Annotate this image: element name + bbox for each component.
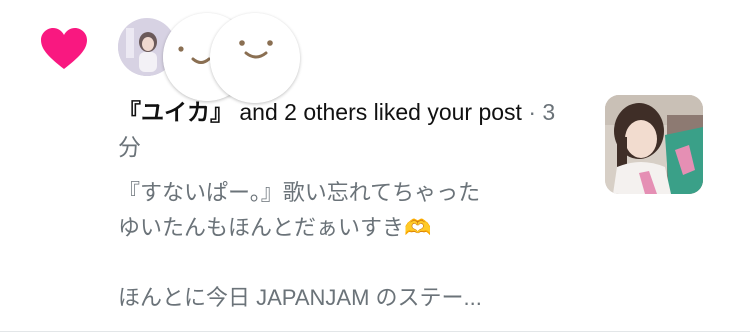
post-snippet[interactable]: 『すないぱー。』歌い忘れてちゃった ゆいたんもほんとだぁいすき🫶 ほんとに今日 …: [118, 175, 568, 315]
notification-title: 『ユイカ』 and 2 others liked your post · 3分: [118, 95, 558, 165]
snippet-line: ゆいたんもほんとだぁいすき🫶: [118, 215, 432, 240]
heart-icon: [41, 28, 87, 69]
snippet-line: 『すないぱー。』歌い忘れてちゃった: [118, 180, 481, 205]
snippet-line: ほんとに今日 JAPANJAM のステー...: [118, 285, 482, 310]
avatar[interactable]: [210, 13, 300, 103]
photo-thumbnail-image: [605, 95, 703, 194]
snippet-spacer: [118, 245, 568, 280]
like-notification[interactable]: 『ユイカ』 and 2 others liked your post · 3分 …: [0, 0, 750, 334]
divider: [0, 331, 750, 332]
title-text: and 2 others liked your post: [233, 99, 522, 125]
actor-name[interactable]: 『ユイカ』: [118, 99, 233, 125]
smile-face-icon: [210, 13, 300, 103]
separator: ·: [521, 99, 543, 125]
post-thumbnail[interactable]: [605, 95, 703, 194]
